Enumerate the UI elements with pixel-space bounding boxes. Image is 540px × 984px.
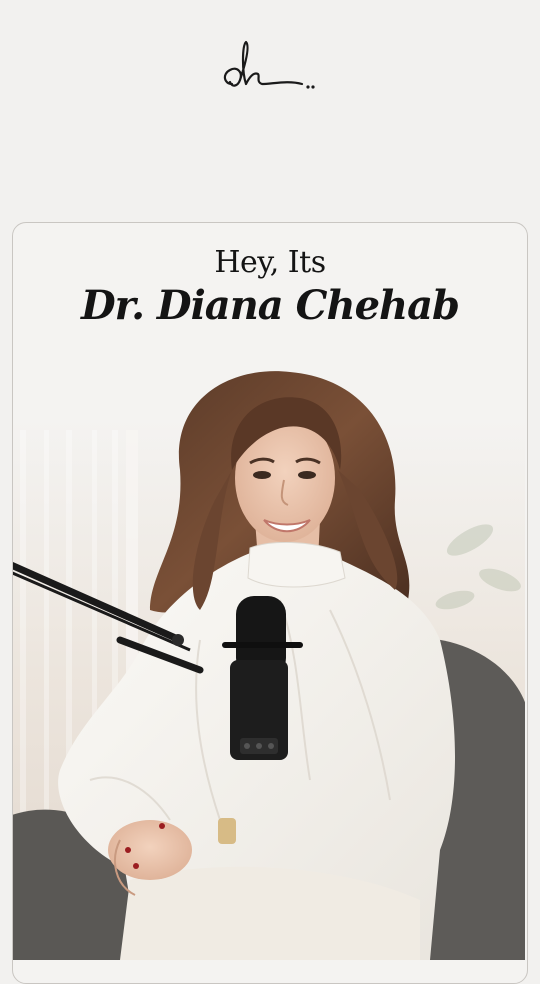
doctor-name: Dr. Diana Chehab bbox=[80, 282, 460, 329]
portrait-photo bbox=[13, 371, 525, 960]
greeting-text: Hey, Its bbox=[214, 245, 326, 280]
headline: Hey, Its Dr. Diana Chehab bbox=[0, 245, 540, 329]
